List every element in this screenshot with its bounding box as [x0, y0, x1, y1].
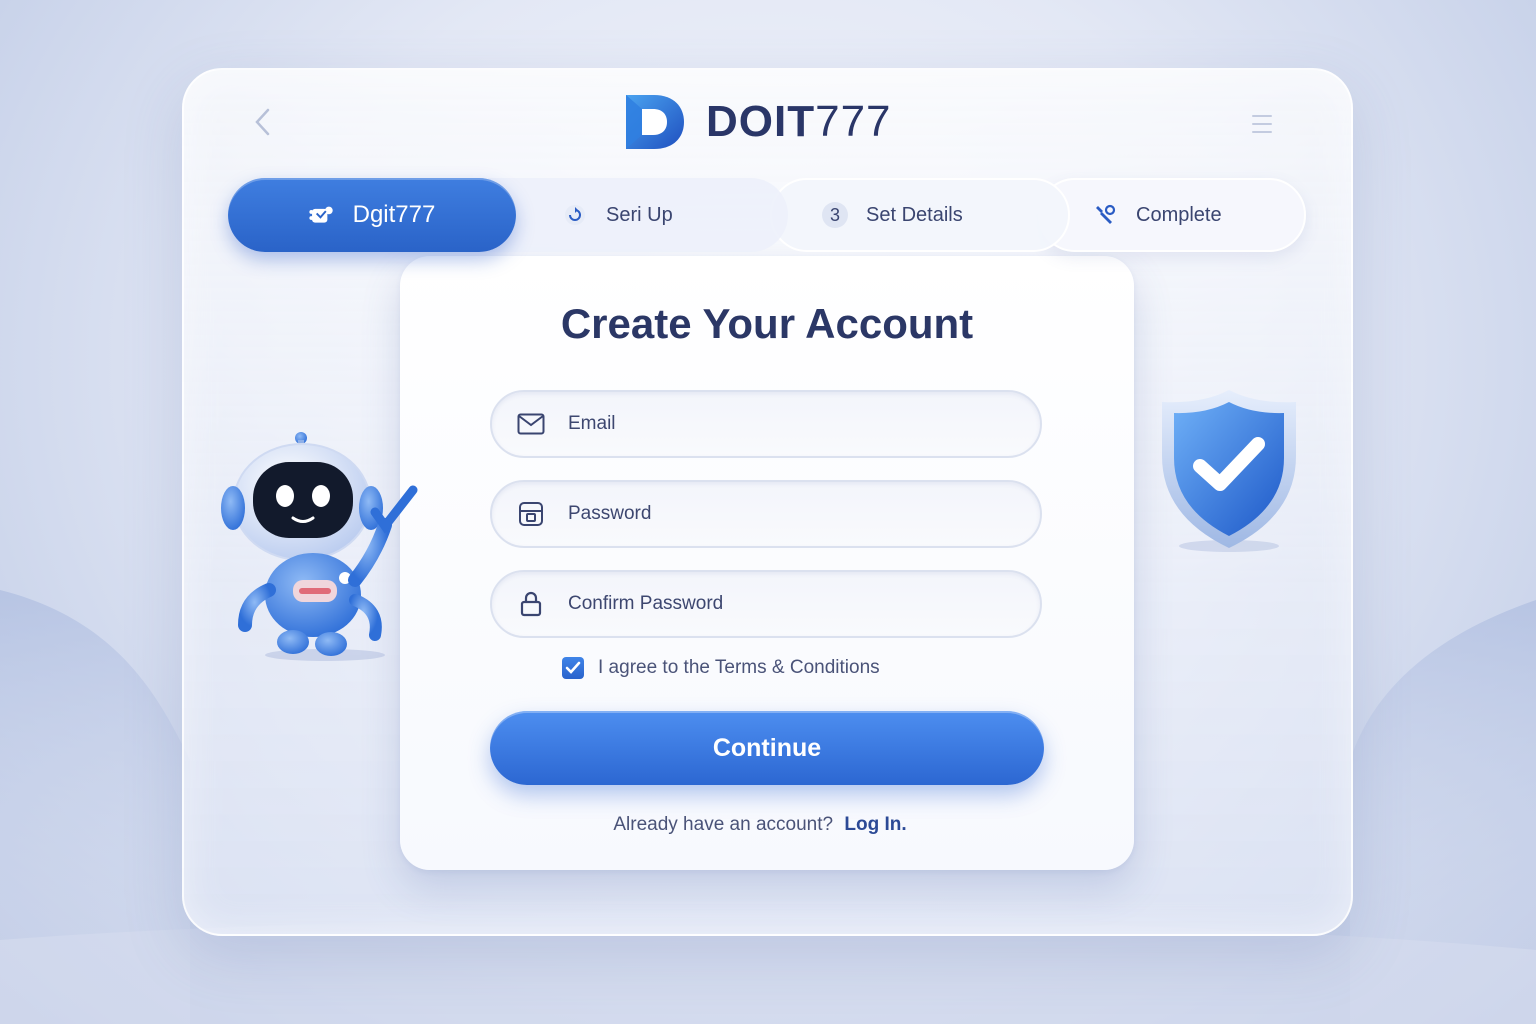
password-icon — [516, 499, 546, 529]
hamburger-icon-line — [1252, 123, 1272, 125]
checkmark-icon — [565, 661, 581, 674]
robot-mascot-icon — [221, 432, 418, 661]
brand-icon — [309, 202, 335, 228]
hamburger-icon-line — [1252, 131, 1272, 133]
logo-d-icon — [626, 95, 684, 149]
mail-icon — [516, 409, 546, 439]
brand-logo: DOIT777 — [624, 92, 892, 152]
step-brand-active[interactable]: Dgit777 — [228, 178, 516, 252]
email-input[interactable] — [566, 412, 1010, 436]
step-sign-up[interactable]: Seri Up — [488, 178, 788, 252]
confirm-password-input[interactable] — [566, 592, 1010, 616]
password-field[interactable] — [490, 480, 1042, 548]
tools-icon — [1092, 202, 1118, 228]
shield-check-icon — [1162, 390, 1296, 552]
password-input[interactable] — [566, 502, 1010, 526]
chevron-left-icon — [255, 108, 270, 136]
email-field[interactable] — [490, 390, 1042, 458]
page-title: Create Your Account — [560, 300, 974, 347]
step-label: Complete — [1136, 203, 1222, 226]
terms-agreement: I agree to the Terms & Conditions — [562, 656, 880, 680]
continue-button[interactable]: Continue — [490, 711, 1044, 785]
terms-checkbox[interactable] — [562, 657, 584, 679]
refresh-icon — [562, 202, 588, 228]
confirm-password-field[interactable] — [490, 570, 1042, 638]
step-complete[interactable]: Complete — [1038, 178, 1306, 252]
logo-text: DOIT777 — [706, 97, 892, 146]
step-label: Dgit777 — [352, 201, 436, 228]
lock-icon — [516, 589, 546, 619]
step-number: 3 — [822, 202, 848, 228]
step-label: Set Details — [866, 203, 963, 226]
login-prompt: Already have an account? Log In. — [0, 814, 1520, 836]
terms-label: I agree to the Terms & Conditions — [598, 657, 880, 678]
back-button[interactable] — [244, 104, 280, 140]
signup-stepper: Complete 3 Set Details Seri Up Dgit777 — [228, 178, 1306, 254]
step-set-details[interactable]: 3 Set Details — [770, 178, 1070, 252]
login-link[interactable]: Log In. — [844, 814, 906, 835]
step-label: Seri Up — [606, 203, 673, 226]
login-prompt-text: Already have an account? — [613, 814, 834, 835]
hamburger-icon-line — [1252, 115, 1272, 117]
menu-button[interactable] — [1244, 106, 1280, 142]
